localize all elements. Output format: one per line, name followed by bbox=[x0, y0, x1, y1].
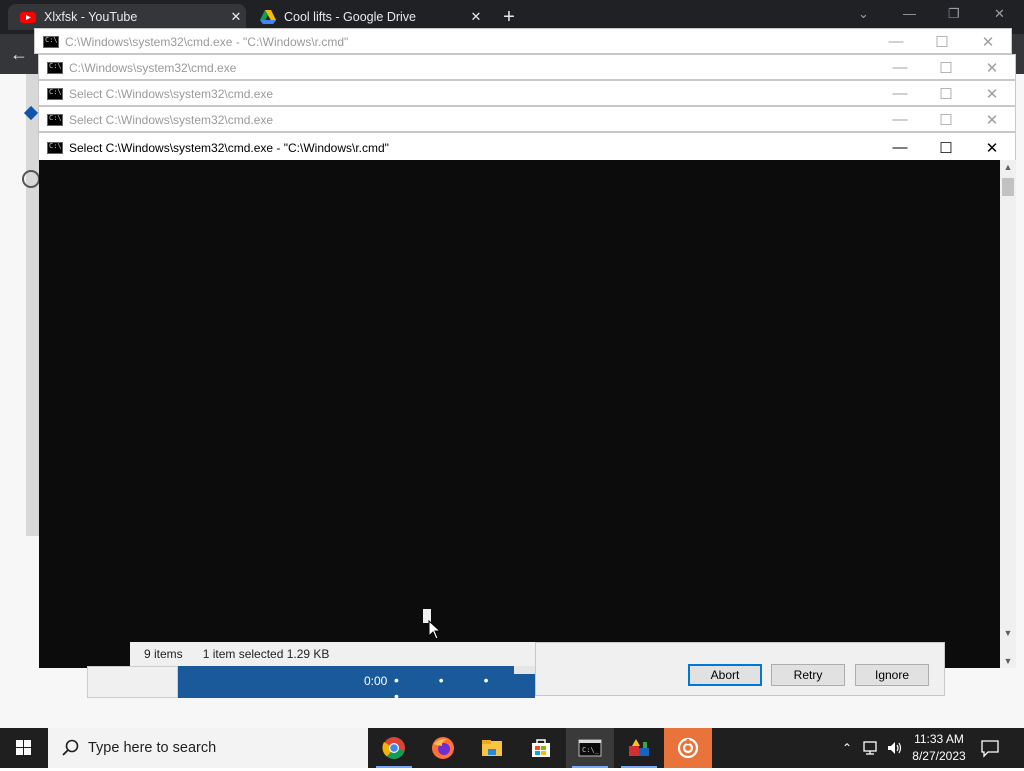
start-button[interactable] bbox=[0, 728, 48, 768]
player-dots: • • • • bbox=[394, 672, 507, 704]
scroll-thumb[interactable] bbox=[1002, 178, 1014, 196]
item-count: 9 items bbox=[144, 647, 183, 661]
minimize-button[interactable]: — bbox=[877, 59, 923, 77]
cmd-window-1[interactable]: C:\Windows\system32\cmd.exe - "C:\Window… bbox=[34, 28, 1012, 54]
cmd-icon bbox=[47, 62, 63, 74]
ignore-button[interactable]: Ignore bbox=[855, 664, 929, 686]
abort-button[interactable]: Abort bbox=[688, 664, 762, 686]
media-player-bar[interactable]: 0:00 • • • • bbox=[178, 666, 535, 704]
minimize-button[interactable]: — bbox=[877, 85, 923, 103]
maximize-button[interactable]: ☐ bbox=[923, 139, 969, 157]
tab-close-button[interactable]: ✕ bbox=[466, 9, 486, 25]
tab-google-drive[interactable]: Cool lifts - Google Drive ✕ bbox=[248, 4, 486, 30]
taskbar-firefox[interactable] bbox=[419, 728, 467, 768]
close-button[interactable]: ✕ bbox=[965, 33, 1011, 51]
notification-icon[interactable] bbox=[980, 738, 1000, 758]
taskbar-clock[interactable]: 11:33 AM 8/27/2023 bbox=[904, 731, 974, 765]
package-app-icon bbox=[629, 739, 649, 756]
taskbar-cmd[interactable]: C:\_ bbox=[566, 728, 614, 768]
window-title: C:\Windows\system32\cmd.exe bbox=[69, 61, 237, 75]
youtube-icon bbox=[20, 12, 36, 23]
tab-title: Xlxfsk - YouTube bbox=[44, 10, 138, 24]
cmd-icon bbox=[47, 88, 63, 100]
cmd-window-active[interactable]: Select C:\Windows\system32\cmd.exe - "C:… bbox=[38, 132, 1016, 161]
vertical-scrollbar[interactable]: ▲ ▼ ▼ bbox=[1000, 160, 1016, 668]
window-title: Select C:\Windows\system32\cmd.exe bbox=[69, 87, 274, 101]
search-icon bbox=[62, 739, 79, 756]
cmd-icon bbox=[47, 114, 63, 126]
minimize-button[interactable]: — bbox=[873, 33, 919, 51]
microsoft-store-icon bbox=[532, 739, 550, 757]
windows-logo-icon bbox=[16, 740, 31, 755]
new-tab-button[interactable]: + bbox=[498, 6, 520, 28]
close-button[interactable]: ✕ bbox=[969, 111, 1015, 129]
close-button[interactable]: ✕ bbox=[969, 59, 1015, 77]
close-button[interactable]: ✕ bbox=[969, 85, 1015, 103]
maximize-button[interactable]: ☐ bbox=[919, 33, 965, 51]
cmd-icon bbox=[43, 36, 59, 48]
scroll-up-icon[interactable]: ▲ bbox=[1000, 162, 1016, 172]
close-button[interactable]: ✕ bbox=[969, 139, 1015, 157]
playback-time: 0:00 bbox=[364, 674, 388, 688]
scroll-down-icon[interactable]: ▼ bbox=[1000, 628, 1016, 638]
console-output-area[interactable] bbox=[39, 160, 1000, 668]
taskbar-store[interactable] bbox=[517, 728, 565, 768]
firefox-icon bbox=[432, 737, 454, 759]
scroll-down-icon[interactable]: ▼ bbox=[1000, 656, 1016, 666]
mouse-pointer-icon bbox=[428, 620, 442, 640]
svg-text:C:\_: C:\_ bbox=[582, 746, 600, 754]
back-arrow-icon[interactable]: ← bbox=[10, 44, 28, 65]
clock-time: 11:33 AM bbox=[914, 732, 964, 746]
player-panel bbox=[87, 666, 178, 698]
clock-date: 8/27/2023 bbox=[912, 749, 966, 763]
window-title: Select C:\Windows\system32\cmd.exe bbox=[69, 113, 274, 127]
taskbar-chrome[interactable] bbox=[370, 728, 418, 768]
taskbar-file-explorer[interactable] bbox=[468, 728, 516, 768]
maximize-button[interactable]: ☐ bbox=[923, 111, 969, 129]
radio-icon bbox=[22, 170, 40, 188]
volume-icon[interactable] bbox=[886, 740, 904, 756]
google-drive-icon bbox=[260, 10, 276, 24]
search-placeholder: Type here to search bbox=[88, 740, 217, 756]
tab-close-button[interactable]: ✕ bbox=[226, 9, 246, 25]
selection-info: 1 item selected 1.29 KB bbox=[202, 647, 330, 661]
explorer-status-bar: 9 items 1 item selected 1.29 KB bbox=[130, 642, 535, 666]
maximize-button[interactable]: ☐ bbox=[923, 59, 969, 77]
taskbar: Type here to search C:\_ ⌃ 11:33 AM 8/27… bbox=[0, 728, 1024, 768]
cmd-icon bbox=[47, 141, 63, 154]
close-icon[interactable]: ✕ bbox=[994, 6, 1005, 22]
chevron-down-icon[interactable]: ⌄ bbox=[858, 6, 869, 22]
minimize-button[interactable]: — bbox=[877, 111, 923, 129]
retry-button[interactable]: Retry bbox=[771, 664, 845, 686]
media-app-icon bbox=[677, 737, 699, 759]
cmd-window-4[interactable]: Select C:\Windows\system32\cmd.exe — ☐ ✕ bbox=[38, 106, 1016, 132]
tab-title: Cool lifts - Google Drive bbox=[284, 10, 416, 24]
message-box: Abort Retry Ignore bbox=[535, 642, 945, 696]
taskbar-search[interactable]: Type here to search bbox=[48, 728, 368, 768]
restore-icon[interactable]: ❐ bbox=[948, 6, 960, 22]
chevron-up-icon[interactable]: ⌃ bbox=[838, 741, 856, 755]
cmd-window-2[interactable]: C:\Windows\system32\cmd.exe — ☐ ✕ bbox=[38, 54, 1016, 80]
cmd-window-3[interactable]: Select C:\Windows\system32\cmd.exe — ☐ ✕ bbox=[38, 80, 1016, 106]
system-tray: ⌃ bbox=[838, 728, 904, 768]
network-icon[interactable] bbox=[862, 740, 880, 756]
window-title: C:\Windows\system32\cmd.exe - "C:\Window… bbox=[65, 35, 349, 49]
minimize-icon[interactable]: — bbox=[903, 6, 916, 21]
player-gap bbox=[514, 666, 536, 674]
taskbar-media-app[interactable] bbox=[664, 728, 712, 768]
maximize-button[interactable]: ☐ bbox=[923, 85, 969, 103]
chrome-icon bbox=[382, 737, 405, 759]
taskbar-package-app[interactable] bbox=[615, 728, 663, 768]
file-explorer-icon bbox=[482, 740, 502, 756]
window-title: Select C:\Windows\system32\cmd.exe - "C:… bbox=[69, 140, 389, 155]
cmd-icon: C:\_ bbox=[578, 739, 602, 757]
tab-youtube[interactable]: Xlxfsk - YouTube ✕ bbox=[8, 4, 246, 30]
minimize-button[interactable]: — bbox=[877, 139, 923, 157]
